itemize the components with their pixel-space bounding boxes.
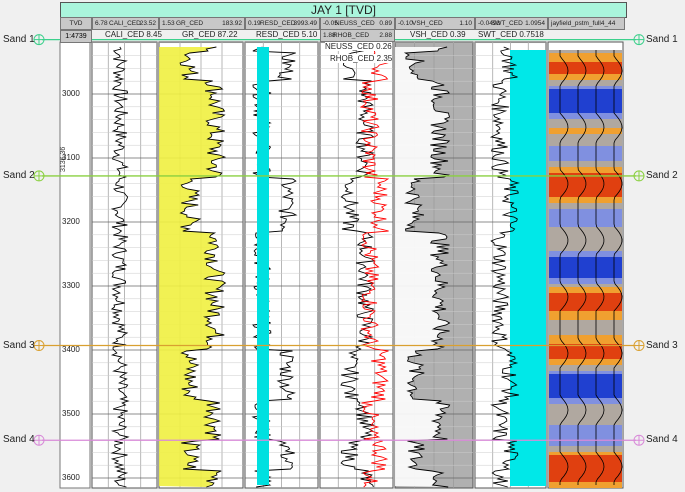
seismic-band — [549, 476, 622, 479]
seismic-band — [549, 134, 622, 137]
depth-tick-label: 3500 — [62, 409, 80, 418]
seismic-band — [549, 290, 622, 293]
name: NEUSS_CED — [335, 20, 375, 27]
depth-scale: 1:4739 — [60, 30, 92, 43]
seismic-band — [549, 401, 622, 404]
seismic-band — [549, 248, 622, 251]
seismic-band — [549, 80, 622, 83]
sand-label-right[interactable]: Sand 3 — [646, 340, 678, 351]
seismic-band — [549, 62, 622, 65]
seismic-band — [549, 458, 622, 461]
max: 183.92 — [222, 20, 242, 27]
min: 6.78 — [95, 20, 108, 27]
seismic-band — [549, 77, 622, 80]
depth-tick-label: 3400 — [62, 345, 80, 354]
seismic-band — [549, 119, 622, 122]
name: RHOB_CED — [333, 32, 370, 39]
seismic-band — [549, 245, 622, 248]
depth-tick-label: 3200 — [62, 217, 80, 226]
min: -0.10 — [398, 20, 413, 27]
track-header-vsh[interactable]: -0.10 VSH_CED 1.10 — [395, 17, 475, 30]
readout-resd: RESD_CED 5.10 — [256, 30, 318, 39]
max: 23.52 — [139, 20, 156, 27]
track-header-swt[interactable]: -0.0493 SWT_CED 1.0954 — [475, 17, 548, 30]
track-header-rhob[interactable]: 1.88 RHOB_CED 2.88 — [320, 29, 395, 42]
well-log-viewer: JAY 1 [TVD] TVD 1:4739 6.78 CALI_CED 23.52… — [0, 0, 685, 492]
sand-label-left[interactable]: Sand 4 — [3, 434, 35, 445]
name: GR_CED — [176, 20, 204, 27]
seismic-band — [549, 473, 622, 476]
track-header-gr[interactable]: 1.53 GR_CED 183.92 — [159, 17, 245, 30]
sand-label-right[interactable]: Sand 1 — [646, 34, 678, 45]
min: 0.19 — [248, 20, 261, 27]
depth-tick-label: 3300 — [62, 281, 80, 290]
resd-cyan-fill — [257, 47, 269, 485]
seismic-band — [549, 191, 622, 194]
sand-label-left[interactable]: Sand 1 — [3, 34, 35, 45]
seismic-band — [549, 188, 622, 191]
seismic-band — [549, 305, 622, 308]
sand-label-left[interactable]: Sand 2 — [3, 170, 35, 181]
name: jayfield_pstm_full4_44 — [551, 20, 616, 27]
max: 3993.49 — [293, 20, 318, 27]
sand-label-right[interactable]: Sand 4 — [646, 434, 678, 445]
sand-label-right[interactable]: Sand 2 — [646, 170, 678, 181]
seismic-band — [549, 251, 622, 254]
seismic-band — [549, 359, 622, 362]
max: 2.88 — [379, 32, 392, 39]
log-tracks — [33, 34, 645, 489]
seismic-band — [549, 455, 622, 458]
depth-tick-label: 3000 — [62, 89, 80, 98]
seismic-band — [549, 362, 622, 365]
track-header-resd[interactable]: 0.19 RESD_CED 3993.49 — [245, 17, 320, 30]
seismic-band — [549, 284, 622, 287]
readout-neuss: NEUSS_CED 0.26 — [325, 42, 392, 51]
readout-swt: SWT_CED 0.7518 — [478, 30, 544, 39]
depth-track — [59, 41, 91, 489]
sand-label-left[interactable]: Sand 3 — [3, 340, 35, 351]
depth-tick-label: 3600 — [62, 473, 80, 482]
well-title: JAY 1 [TVD] — [60, 2, 627, 18]
seismic-band — [549, 341, 622, 344]
seismic-band — [549, 398, 622, 401]
max: 1.0954 — [525, 20, 545, 27]
min: 1.53 — [162, 20, 175, 27]
readout-cali: CALI_CED 8.45 — [105, 30, 162, 39]
seismic-band — [549, 137, 622, 140]
seismic-band — [549, 59, 622, 62]
depth-header: TVD — [60, 17, 92, 30]
readout-vsh: VSH_CED 0.39 — [410, 30, 466, 39]
seismic-band — [549, 233, 622, 236]
name: VSH_CED — [412, 20, 443, 27]
seismic-band — [549, 170, 622, 173]
name: SWT_CED — [491, 20, 523, 27]
name: CALI_CED — [109, 20, 141, 27]
max: 1.10 — [459, 20, 472, 27]
track-header-cali[interactable]: 6.78 CALI_CED 23.52 — [92, 17, 159, 30]
swt-cyan-fill — [510, 50, 546, 486]
depth-marker: 3136.36 — [60, 146, 67, 172]
seismic-band — [549, 419, 622, 422]
seismic-band — [549, 287, 622, 290]
seismic-band — [549, 227, 622, 230]
track-header-seismic[interactable]: jayfield_pstm_full4_44 — [548, 17, 625, 30]
seismic-band — [549, 116, 622, 119]
seismic-band — [549, 416, 622, 419]
seismic-band — [549, 230, 622, 233]
readout-gr: GR_CED 87.22 — [182, 30, 238, 39]
seismic-band — [549, 302, 622, 305]
seismic-band — [549, 485, 622, 488]
max: 0.89 — [379, 20, 392, 27]
readout-rhob: RHOB_CED 2.35 — [330, 54, 393, 63]
name: RESD_CED — [260, 20, 296, 27]
seismic-band — [549, 194, 622, 197]
